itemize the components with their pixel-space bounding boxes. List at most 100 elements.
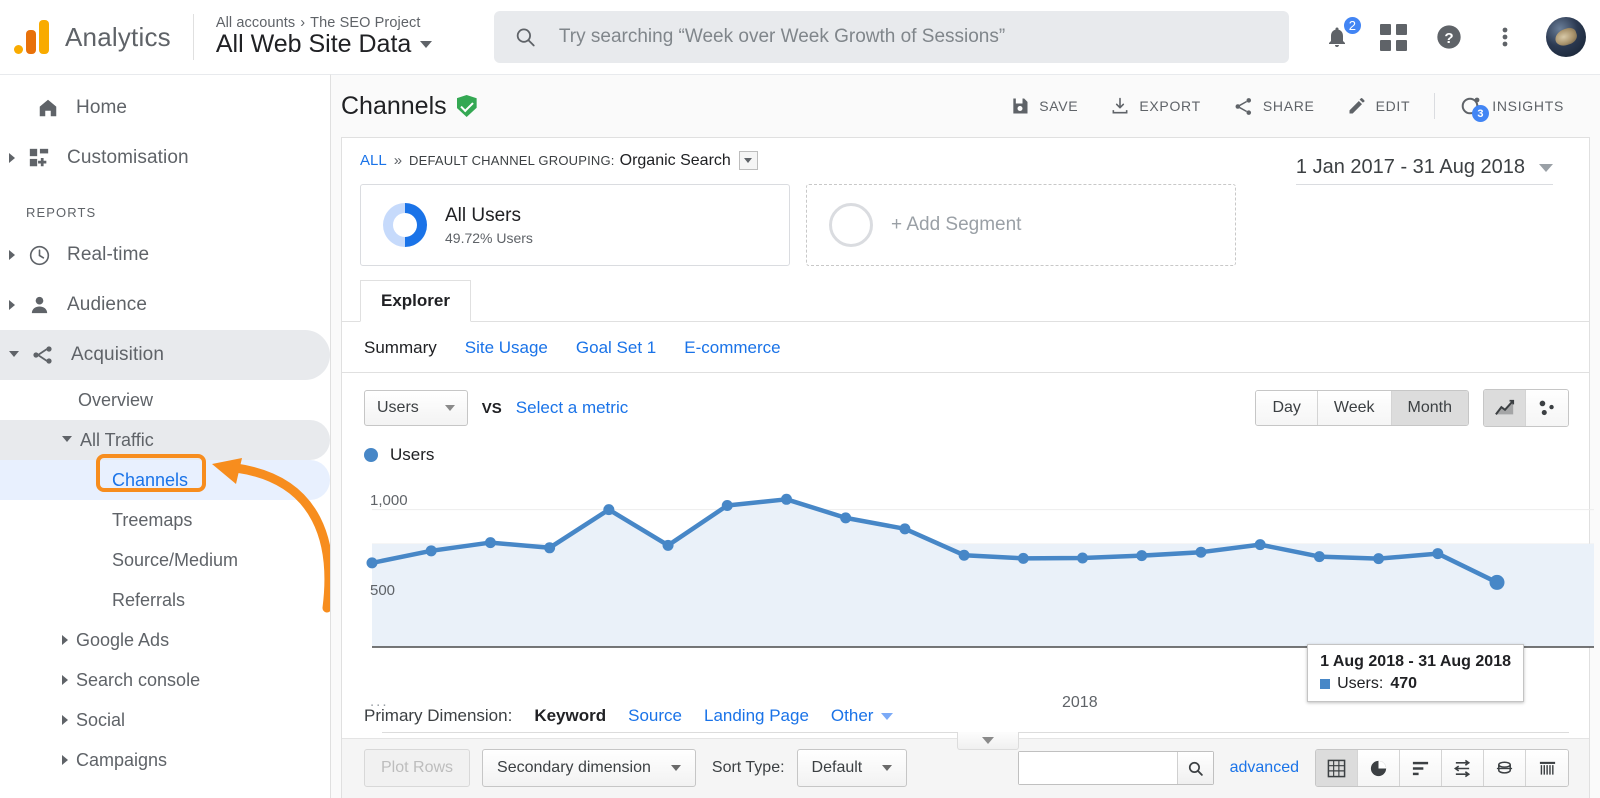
chevron-right-icon[interactable]: [62, 675, 68, 685]
advanced-link[interactable]: advanced: [1230, 759, 1299, 777]
sidebar-item-treemaps[interactable]: Treemaps: [0, 500, 330, 540]
chart-right-controls: Day Week Month: [1255, 389, 1569, 427]
dimension-dropdown-button[interactable]: [739, 151, 758, 170]
chevron-down-icon[interactable]: [62, 436, 72, 447]
edit-button[interactable]: EDIT: [1331, 86, 1427, 126]
motion-chart-icon-button[interactable]: [1526, 390, 1568, 426]
notifications-button[interactable]: 2: [1322, 22, 1352, 52]
main-content: Channels SAVE EXPORT SHARE EDIT: [330, 74, 1600, 798]
sidebar-item-social[interactable]: Social: [0, 700, 330, 740]
primary-metric-select[interactable]: Users: [364, 390, 468, 426]
dimension-other[interactable]: Other: [831, 706, 894, 726]
legend-dot-icon: [364, 448, 378, 462]
chevron-down-icon: [671, 765, 681, 771]
sidebar-label: All Traffic: [80, 430, 154, 451]
chevron-right-icon[interactable]: [62, 635, 68, 645]
sidebar-item-customisation[interactable]: Customisation: [0, 133, 330, 183]
secondary-dimension-button[interactable]: Secondary dimension: [482, 749, 696, 787]
analytics-logo-icon: [14, 20, 49, 54]
line-chart-icon-button[interactable]: [1484, 390, 1526, 426]
pie-view-icon-button[interactable]: [1358, 750, 1400, 786]
granularity-month[interactable]: Month: [1392, 391, 1468, 425]
sidebar-item-search-console[interactable]: Search console: [0, 660, 330, 700]
sidebar-item-channels[interactable]: Channels: [0, 460, 330, 500]
account-selector[interactable]: All accounts›The SEO Project All Web Sit…: [216, 15, 432, 59]
help-button[interactable]: ?: [1434, 22, 1464, 52]
chevron-right-icon[interactable]: [9, 300, 15, 310]
subtab-e-commerce[interactable]: E-commerce: [684, 338, 780, 358]
performance-view-icon-button[interactable]: [1400, 750, 1442, 786]
primary-dimension-label: Primary Dimension:: [364, 706, 512, 726]
insights-button[interactable]: 3 INSIGHTS: [1443, 86, 1580, 126]
dimension-keyword[interactable]: Keyword: [534, 706, 606, 726]
property-name[interactable]: All Web Site Data: [216, 30, 432, 59]
sidebar-label: Google Ads: [76, 630, 169, 651]
table-search-input[interactable]: [1019, 752, 1177, 784]
export-button[interactable]: EXPORT: [1094, 86, 1217, 126]
export-icon: [1110, 96, 1130, 116]
chevron-down-icon[interactable]: [9, 351, 19, 362]
person-icon: [17, 294, 61, 317]
sort-type-select[interactable]: Default: [797, 749, 908, 787]
share-button[interactable]: SHARE: [1217, 86, 1331, 126]
dimension-other-label: Other: [831, 706, 874, 726]
apps-button[interactable]: [1378, 22, 1408, 52]
sidebar-item-all-traffic[interactable]: All Traffic: [0, 420, 330, 460]
insights-badge: 3: [1472, 105, 1489, 122]
comparison-view-icon-button[interactable]: [1442, 750, 1484, 786]
user-avatar[interactable]: [1546, 17, 1586, 57]
chevron-right-icon[interactable]: [9, 250, 15, 260]
granularity-day[interactable]: Day: [1256, 391, 1317, 425]
pivot-view-icon-button[interactable]: [1484, 750, 1526, 786]
chevron-down-icon[interactable]: [420, 41, 432, 48]
segment-donut-icon: [383, 203, 427, 247]
date-range-picker[interactable]: 1 Jan 2017 - 31 Aug 2018: [1296, 156, 1553, 185]
segment-all-users[interactable]: All Users 49.72% Users: [360, 184, 790, 266]
sidebar-item-google-ads[interactable]: Google Ads: [0, 620, 330, 660]
breadcrumb-dimension-label: DEFAULT CHANNEL GROUPING:: [409, 153, 615, 168]
home-icon: [26, 97, 70, 119]
subtab-site-usage[interactable]: Site Usage: [465, 338, 548, 358]
select-metric-link[interactable]: Select a metric: [516, 398, 628, 418]
insights-label: INSIGHTS: [1492, 98, 1564, 114]
save-button[interactable]: SAVE: [994, 86, 1094, 126]
search-input[interactable]: [559, 26, 1269, 48]
sidebar-item-overview[interactable]: Overview: [0, 380, 330, 420]
subtab-goal-set-1[interactable]: Goal Set 1: [576, 338, 656, 358]
table-search[interactable]: [1018, 751, 1214, 785]
account-breadcrumb: All accounts›The SEO Project: [216, 15, 432, 31]
dimension-landing-page[interactable]: Landing Page: [704, 706, 809, 726]
help-icon: ?: [1435, 23, 1463, 51]
breadcrumb-dimension-value: Organic Search: [620, 152, 731, 170]
line-chart[interactable]: 1,000 500 ... 2018 1 Aug 2018 - 31 Aug 2…: [362, 471, 1579, 686]
sidebar-item-audience[interactable]: Audience: [0, 280, 330, 330]
chevron-right-icon[interactable]: [62, 715, 68, 725]
page-title: Channels: [341, 92, 477, 121]
sidebar-item-real-time[interactable]: Real-time: [0, 230, 330, 280]
sidebar-label: Real-time: [67, 244, 149, 266]
table-view-icon-button[interactable]: [1316, 750, 1358, 786]
pie-view-icon: [1369, 759, 1388, 778]
subtab-summary[interactable]: Summary: [364, 338, 437, 358]
breadcrumb-all[interactable]: ALL: [360, 152, 387, 169]
add-segment-button[interactable]: + Add Segment: [806, 184, 1236, 266]
table-search-button[interactable]: [1177, 752, 1213, 784]
sidebar-item-referrals[interactable]: Referrals: [0, 580, 330, 620]
sidebar-label: Search console: [76, 670, 200, 691]
sidebar-item-acquisition[interactable]: Acquisition: [0, 330, 330, 380]
sidebar-label: Social: [76, 710, 125, 731]
chevron-right-icon[interactable]: [62, 755, 68, 765]
chevron-right-icon[interactable]: [9, 153, 15, 163]
sidebar-item-home[interactable]: Home: [0, 83, 330, 133]
property-name-label: All Web Site Data: [216, 30, 411, 59]
tab-explorer[interactable]: Explorer: [360, 280, 471, 322]
breadcrumb-separator: ›: [300, 15, 305, 31]
sidebar-item-campaigns[interactable]: Campaigns: [0, 740, 330, 780]
granularity-week[interactable]: Week: [1318, 391, 1392, 425]
more-options-button[interactable]: [1490, 22, 1520, 52]
global-search[interactable]: [494, 11, 1289, 63]
kebab-menu-icon: [1502, 25, 1508, 49]
terms-view-icon-button[interactable]: [1526, 750, 1568, 786]
dimension-source[interactable]: Source: [628, 706, 682, 726]
sidebar-item-source-medium[interactable]: Source/Medium: [0, 540, 330, 580]
